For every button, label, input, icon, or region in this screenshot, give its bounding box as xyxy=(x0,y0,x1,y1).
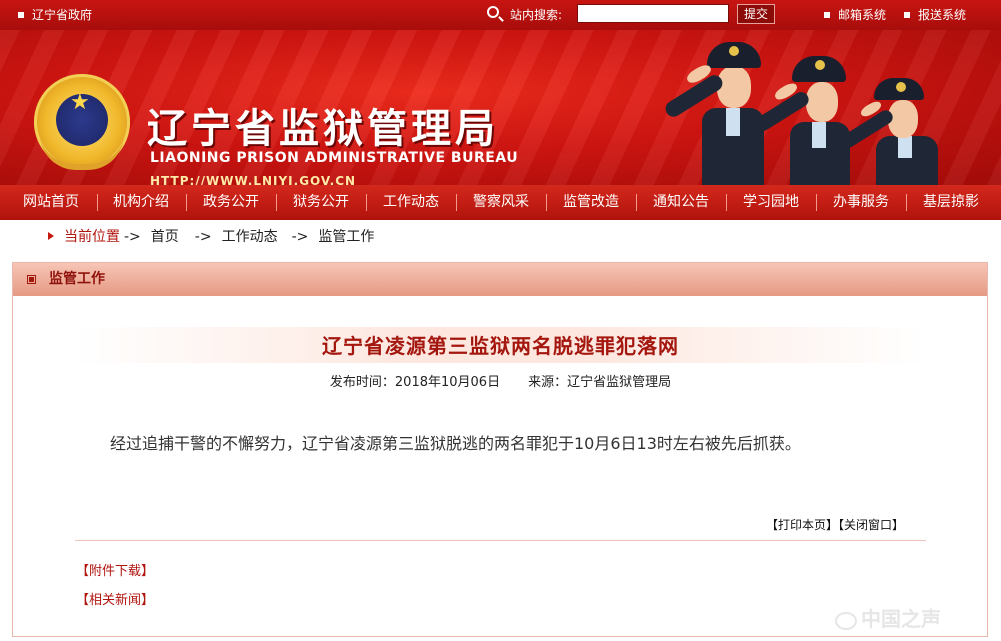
watermark: 中国之声 xyxy=(835,603,941,632)
main-nav: 网站首页 机构介绍 政务公开 狱务公开 工作动态 警察风采 监管改造 通知公告 … xyxy=(0,185,1001,220)
search-icon xyxy=(487,6,499,18)
breadcrumb-arrow: -> xyxy=(124,229,141,245)
article-title: 辽宁省凌源第三监狱两名脱逃罪犯落网 xyxy=(322,334,679,358)
nav-divider xyxy=(636,194,637,211)
article-body: 经过追捕干警的不懈努力，辽宁省凌源第三监狱脱逃的两名罪犯于10月6日13时左右被… xyxy=(110,434,801,453)
nav-item-services[interactable]: 办事服务 xyxy=(818,185,904,220)
bullet-icon xyxy=(904,11,910,18)
mail-system-link[interactable]: 邮箱系统 xyxy=(824,0,886,30)
search-label: 站内搜索: xyxy=(510,8,563,22)
mail-system-label: 邮箱系统 xyxy=(838,8,887,22)
breadcrumb: 当前位置 -> 首页 -> 工作动态 -> 监管工作 xyxy=(48,227,374,247)
nav-item-police-style[interactable]: 警察风采 xyxy=(458,185,544,220)
top-utility-bar: 辽宁省政府 站内搜索: 提交 邮箱系统 报送系统 xyxy=(0,0,1001,30)
nav-item-work-news[interactable]: 工作动态 xyxy=(368,185,454,220)
nav-divider xyxy=(726,194,727,211)
publish-date: 发布时间：2018年10月06日 xyxy=(329,375,501,390)
nav-divider xyxy=(276,194,277,211)
section-tag-icon xyxy=(27,275,36,284)
site-banner: ★ 辽宁省监狱管理局 LIAONING PRISON ADMINISTRATIV… xyxy=(0,30,1001,185)
bullet-icon xyxy=(18,11,24,18)
panel-header: 监管工作 xyxy=(13,263,987,296)
gov-link[interactable]: 辽宁省政府 xyxy=(18,0,92,30)
nav-item-learning[interactable]: 学习园地 xyxy=(728,185,814,220)
search-submit-button[interactable]: 提交 xyxy=(737,4,775,24)
breadcrumb-home-link[interactable]: 首页 xyxy=(151,229,179,245)
nav-divider xyxy=(366,194,367,211)
watermark-text: 中国之声 xyxy=(861,607,941,631)
nav-divider xyxy=(456,194,457,211)
attachments-link[interactable]: 【附件下载】 xyxy=(76,560,154,579)
nav-item-notices[interactable]: 通知公告 xyxy=(638,185,724,220)
nav-item-home[interactable]: 网站首页 xyxy=(8,185,94,220)
report-system-label: 报送系统 xyxy=(918,8,967,22)
site-title: 辽宁省监狱管理局 xyxy=(147,106,499,152)
location-marker-icon xyxy=(48,232,54,240)
article-tools: 【打印本页】【关闭窗口】 xyxy=(766,516,904,533)
breadcrumb-work-news-link[interactable]: 工作动态 xyxy=(222,229,278,245)
search-input[interactable] xyxy=(577,4,729,23)
nav-divider xyxy=(186,194,187,211)
police-emblem-icon: ★ xyxy=(34,74,130,170)
nav-item-grassroots[interactable]: 基层掠影 xyxy=(908,185,994,220)
nav-divider xyxy=(906,194,907,211)
breadcrumb-arrow: -> xyxy=(291,229,309,245)
article-meta: 发布时间：2018年10月06日 来源：辽宁省监狱管理局 xyxy=(0,371,1001,390)
saluting-officers-image xyxy=(640,30,960,185)
weibo-icon xyxy=(835,611,857,630)
panel-heading: 监管工作 xyxy=(49,271,105,287)
nav-divider xyxy=(816,194,817,211)
nav-item-prison-affairs[interactable]: 狱务公开 xyxy=(278,185,364,220)
report-system-link[interactable]: 报送系统 xyxy=(904,0,966,30)
breadcrumb-arrow: -> xyxy=(194,229,212,245)
nav-item-about[interactable]: 机构介绍 xyxy=(98,185,184,220)
breadcrumb-supervision-link[interactable]: 监管工作 xyxy=(318,229,374,245)
breadcrumb-current-position: 当前位置 xyxy=(64,229,120,245)
gov-link-label: 辽宁省政府 xyxy=(32,8,93,22)
divider xyxy=(75,540,926,541)
nav-item-government-affairs[interactable]: 政务公开 xyxy=(188,185,274,220)
site-title-english: LIAONING PRISON ADMINISTRATIVE BUREAU xyxy=(150,150,519,166)
article-source: 来源：辽宁省监狱管理局 xyxy=(528,375,672,390)
bullet-icon xyxy=(824,11,830,18)
related-news-link[interactable]: 【相关新闻】 xyxy=(76,589,154,608)
nav-divider xyxy=(546,194,547,211)
site-url: HTTP://WWW.LNJYJ.GOV.CN xyxy=(150,174,357,185)
print-page-link[interactable]: 【打印本页】 xyxy=(766,518,838,532)
close-window-link[interactable]: 【关闭窗口】 xyxy=(838,518,904,532)
nav-item-supervision[interactable]: 监管改造 xyxy=(548,185,634,220)
